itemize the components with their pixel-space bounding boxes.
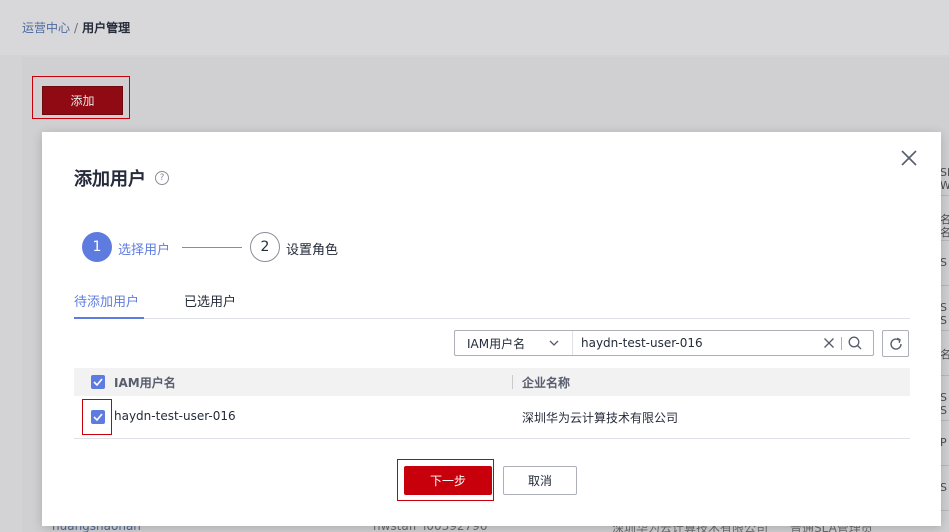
bg-table-line [940, 240, 949, 241]
bg-table-cell: P [940, 436, 947, 449]
cancel-button[interactable]: 取消 [503, 466, 577, 495]
search-field-label: IAM用户名 [467, 337, 526, 351]
bg-table-line [940, 195, 949, 196]
cell-company: 深圳华为云计算技术有限公司 [522, 411, 679, 425]
cell-iam-user: haydn-test-user-016 [114, 409, 236, 423]
bg-table-cell: S [940, 481, 947, 494]
bg-table-cell: S [940, 404, 947, 417]
bg-table-cell: W [940, 179, 949, 192]
search-field-select[interactable]: IAM用户名 [455, 331, 573, 355]
search-icon[interactable] [847, 335, 863, 351]
bg-table-cell: 名 [940, 348, 949, 361]
step-connector [182, 247, 242, 248]
bg-table-line [940, 330, 949, 331]
bg-table-cell: S [940, 301, 947, 314]
clear-icon[interactable] [823, 337, 835, 349]
search-input[interactable] [581, 333, 811, 353]
step-2-circle: 2 [250, 232, 280, 262]
row-checkbox[interactable] [91, 410, 105, 424]
tab-selected-users[interactable]: 已选用户 [184, 291, 236, 310]
bg-table-cell: S [940, 314, 947, 327]
bg-table-cell: SL [940, 166, 949, 179]
bg-table-cell: S [940, 391, 947, 404]
step-1-circle: 1 [82, 232, 112, 262]
dialog-title: 添加用户 [74, 169, 146, 190]
column-divider [512, 375, 513, 389]
breadcrumb-current: 用户管理 [82, 21, 131, 35]
chevron-down-icon [549, 340, 559, 346]
search-box: IAM用户名 [454, 330, 874, 356]
bg-table-line [940, 510, 949, 511]
breadcrumb-separator: / [74, 21, 79, 35]
check-icon [93, 378, 103, 386]
column-header-company: 企业名称 [522, 376, 571, 390]
bg-table-line [940, 420, 949, 421]
step-indicator: 1 选择用户 2 设置角色 [82, 232, 482, 264]
step-2-label: 设置角色 [286, 243, 339, 258]
refresh-button[interactable] [882, 330, 909, 357]
tab-pending-users[interactable]: 待添加用户 [74, 291, 139, 310]
bg-table-line [940, 465, 949, 466]
add-user-dialog: 添加用户 ? 1 选择用户 2 设置角色 待添加用户 已选用户 IAM用户名 h… [42, 132, 941, 526]
breadcrumb: 运营中心 / 用户管理 [22, 19, 130, 36]
top-bar: 运营中心 / 用户管理 [0, 0, 949, 55]
refresh-icon [890, 337, 902, 350]
bg-table-line [940, 375, 949, 376]
breadcrumb-link-operations-center[interactable]: 运营中心 [22, 21, 70, 35]
table-row[interactable]: haydn-test-user-016 深圳华为云计算技术有限公司 [74, 396, 910, 439]
user-table: IAM用户名 企业名称 haydn-test-user-016 深圳华为云计算技… [74, 368, 910, 439]
bg-table-line [940, 285, 949, 286]
column-header-iam-user: IAM用户名 [114, 376, 176, 390]
check-icon [93, 413, 103, 421]
step-1-label: 选择用户 [118, 243, 171, 258]
help-icon[interactable]: ? [155, 171, 169, 185]
select-all-checkbox[interactable] [91, 375, 105, 389]
bg-table-cell: 名 [940, 226, 949, 239]
next-step-button[interactable]: 下一步 [404, 466, 492, 495]
bg-table-cell: S [940, 256, 947, 269]
active-tab-indicator [74, 317, 144, 319]
table-header: IAM用户名 企业名称 [74, 368, 910, 396]
search-divider [841, 337, 842, 350]
close-icon[interactable] [899, 148, 919, 168]
user-tabs: 待添加用户 已选用户 [74, 288, 910, 319]
add-user-button[interactable]: 添加 [42, 86, 123, 115]
